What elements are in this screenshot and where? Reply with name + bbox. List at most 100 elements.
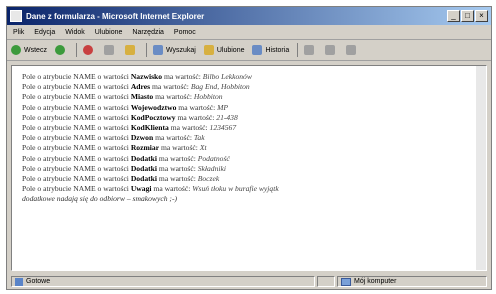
field-middle: ma wartość: (158, 153, 196, 163)
browser-window: Dane z formularza - Microsoft Internet E… (6, 6, 492, 290)
field-name: KodKlienta (130, 123, 169, 133)
toolbar: Wstecz Wyszukaj Ulubione Historia (7, 40, 491, 61)
edit-button[interactable] (346, 45, 359, 55)
status-zone: Mój komputer (337, 276, 487, 287)
field-middle: ma wartość: (177, 112, 215, 122)
field-prefix: Pole o atrybucie NAME o wartości (22, 163, 129, 173)
print-button[interactable] (325, 45, 338, 55)
computer-icon (341, 277, 351, 286)
status-left: Gotowe (11, 276, 315, 287)
field-prefix: Pole o atrybucie NAME o wartości (22, 82, 129, 92)
menu-item-view[interactable]: Widok (65, 29, 84, 36)
field-value: Tak (193, 133, 205, 143)
field-list: Pole o atrybucie NAME o wartości Nazwisk… (22, 72, 476, 194)
continuation-text: dodatkowe nadają się do odbiorw – smakow… (22, 194, 178, 204)
field-value: Bilbo Lekkonów (202, 72, 252, 81)
field-middle: ma wartość: (158, 174, 196, 184)
field-middle: ma wartość: (153, 184, 191, 194)
forward-button[interactable] (54, 45, 68, 55)
field-name: Dodatki (130, 153, 157, 163)
field-middle: ma wartość: (170, 123, 208, 133)
field-middle: ma wartość: (158, 163, 196, 173)
edit-icon (346, 45, 357, 55)
field-middle: ma wartość: (152, 82, 189, 92)
field-line: Pole o atrybucie NAME o wartości Adres m… (22, 82, 476, 92)
field-prefix: Pole o atrybucie NAME o wartości (22, 72, 129, 81)
back-arrow-icon (11, 45, 21, 55)
field-prefix: Pole o atrybucie NAME o wartości (22, 123, 129, 133)
toolbar-separator (75, 43, 77, 57)
title-bar[interactable]: Dane z formularza - Microsoft Internet E… (7, 7, 491, 25)
field-name: Dodatki (130, 163, 157, 173)
field-prefix: Pole o atrybucie NAME o wartości (22, 112, 129, 122)
field-line: Pole o atrybucie NAME o wartości Dodatki… (22, 154, 476, 164)
menu-item-help[interactable]: Pomoc (174, 29, 196, 36)
mail-button[interactable] (304, 45, 317, 55)
toolbar-separator (145, 43, 147, 57)
minimize-button[interactable]: _ (447, 10, 460, 22)
field-value: Wsuń tłoku w burafie wyjątk (192, 184, 279, 194)
menu-item-favorites[interactable]: Ulubione (95, 29, 123, 36)
field-prefix: Pole o atrybucie NAME o wartości (22, 102, 129, 112)
ie-icon (10, 10, 22, 22)
field-line: Pole o atrybucie NAME o wartości Nazwisk… (22, 72, 476, 82)
home-icon (124, 45, 135, 55)
field-prefix: Pole o atrybucie NAME o wartości (22, 92, 129, 102)
field-prefix: Pole o atrybucie NAME o wartości (22, 184, 129, 194)
refresh-icon (103, 45, 114, 55)
search-button[interactable]: Wyszukaj (152, 45, 196, 55)
window-title: Dane z formularza - Microsoft Internet E… (26, 11, 205, 21)
field-prefix: Pole o atrybucie NAME o wartości (22, 133, 129, 143)
menu-bar: Plik Edycja Widok Ulubione Narzędzia Pom… (7, 25, 491, 40)
history-icon (252, 45, 263, 55)
field-line: Pole o atrybucie NAME o wartości Rozmiar… (22, 143, 476, 153)
favorites-button[interactable]: Ulubione (203, 45, 244, 55)
field-name: KodPocztowy (130, 112, 176, 122)
field-line: Pole o atrybucie NAME o wartości KodKlie… (22, 123, 476, 133)
home-button[interactable] (124, 45, 138, 55)
field-name: Rozmiar (130, 143, 160, 153)
menu-item-edit[interactable]: Edycja (34, 29, 55, 36)
maximize-button[interactable]: □ (461, 10, 474, 22)
menu-item-file[interactable]: Plik (13, 29, 24, 36)
field-prefix: Pole o atrybucie NAME o wartości (22, 143, 129, 153)
field-value: Bag End, Hobbiton (190, 82, 250, 92)
star-icon (203, 45, 214, 55)
stop-button[interactable] (82, 45, 96, 55)
field-line: Pole o atrybucie NAME o wartości Wojewod… (22, 103, 476, 113)
field-name: Uwagi (130, 184, 152, 194)
search-icon (152, 45, 163, 55)
print-icon (325, 45, 336, 55)
field-middle: ma wartość: (163, 72, 201, 81)
field-value: Podatność (197, 153, 230, 163)
field-line: Pole o atrybucie NAME o wartości Uwagi m… (22, 184, 476, 194)
close-button[interactable]: × (475, 10, 488, 22)
back-button[interactable]: Wstecz (11, 45, 47, 55)
forward-arrow-icon (54, 45, 65, 55)
menu-item-tools[interactable]: Narzędzia (132, 29, 164, 36)
field-name: Adres (130, 82, 151, 92)
field-prefix: Pole o atrybucie NAME o wartości (22, 174, 129, 184)
field-middle: ma wartość: (178, 102, 216, 112)
field-value: 21-438 (216, 112, 238, 122)
field-line: Pole o atrybucie NAME o wartości KodPocz… (22, 113, 476, 123)
field-value: 1234567 (209, 123, 237, 133)
field-value: Xt (199, 143, 207, 153)
field-name: Miasto (130, 92, 154, 102)
field-middle: ma wartość: (161, 143, 198, 153)
scrollbar[interactable] (476, 66, 486, 270)
field-name: Nazwisko (130, 72, 163, 81)
field-line: Pole o atrybucie NAME o wartości Dodatki… (22, 164, 476, 174)
field-line: Pole o atrybucie NAME o wartości Miasto … (22, 92, 476, 102)
history-button[interactable]: Historia (252, 45, 289, 55)
mail-icon (304, 45, 315, 55)
page-done-icon (15, 277, 23, 286)
field-value: Hobbiton (193, 92, 223, 102)
stop-icon (82, 45, 93, 55)
field-middle: ma wartość: (155, 92, 192, 102)
page-content: Pole o atrybucie NAME o wartości Nazwisk… (11, 65, 487, 271)
refresh-button[interactable] (103, 45, 117, 55)
field-line: Pole o atrybucie NAME o wartości Dodatki… (22, 174, 476, 184)
field-name: Dzwon (130, 133, 154, 143)
field-value: MP (217, 102, 229, 112)
